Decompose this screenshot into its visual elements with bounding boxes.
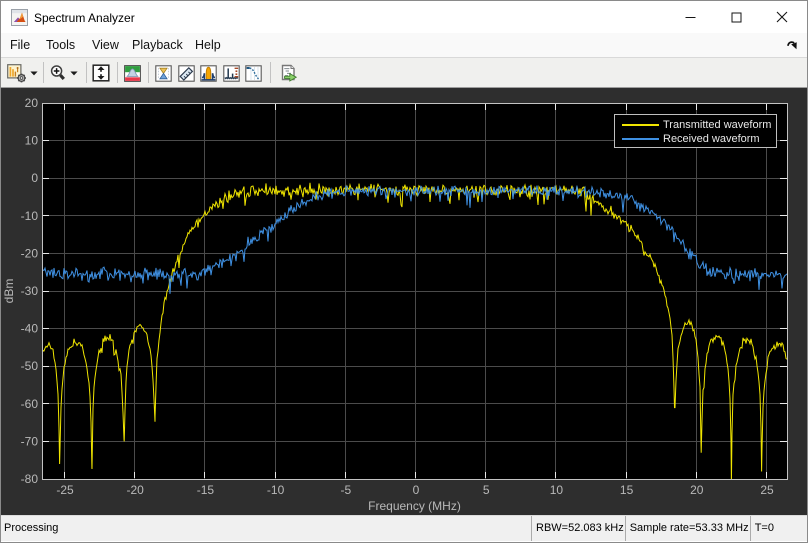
peak-finder-icon	[200, 65, 217, 82]
legend-swatch-received	[622, 138, 659, 140]
zoom-in-button[interactable]	[49, 61, 78, 85]
menu-bar: File Tools View Playback Help	[1, 33, 807, 57]
x-tick-label: -10	[267, 483, 285, 497]
status-bar: Processing RBW=52.083 kHz Sample rate=53…	[1, 515, 807, 541]
cursor-measurements-button[interactable]	[155, 61, 172, 85]
x-tick-label: -5	[340, 483, 351, 497]
peak-finder-button[interactable]	[200, 61, 217, 85]
status-processing: Processing	[1, 516, 531, 541]
y-tick-label: 10	[25, 134, 39, 148]
status-sample-rate: Sample rate=53.33 MHz	[625, 516, 750, 541]
status-time: T=0	[750, 516, 807, 541]
scale-y-axis-icon	[92, 64, 110, 82]
y-tick-label: -20	[21, 246, 39, 260]
legend-label-received: Received waveform	[663, 132, 760, 146]
toolbar-separator	[86, 62, 87, 83]
plot-legend[interactable]: Transmitted waveform Received waveform	[614, 114, 777, 148]
minimize-button[interactable]	[667, 1, 713, 33]
dock-arrow-icon[interactable]	[786, 39, 799, 52]
menu-view[interactable]: View	[92, 33, 119, 57]
distortion-measurements-icon	[223, 65, 240, 82]
spectrum-plot[interactable]: -25-20-15-10-5051015202520100-10-20-30-4…	[1, 88, 807, 515]
signal-statistics-icon	[178, 65, 195, 82]
y-tick-label: -80	[21, 472, 39, 486]
y-axis-label: dBm	[2, 279, 16, 304]
y-tick-label: -50	[21, 359, 39, 373]
x-tick-label: 0	[413, 483, 420, 497]
spectral-mask-icon	[124, 65, 141, 82]
scale-y-axis-button[interactable]	[92, 61, 110, 85]
spectrum-analyzer-window: Spectrum Analyzer File Tools View Playback H…	[0, 0, 808, 543]
x-tick-label: -15	[197, 483, 215, 497]
menu-help[interactable]: Help	[195, 33, 221, 57]
spectrum-settings-dropdown-icon[interactable]	[30, 71, 38, 76]
spectrum-settings-icon	[6, 64, 28, 83]
export-button[interactable]	[280, 61, 297, 85]
matlab-app-icon	[11, 9, 28, 26]
menu-playback[interactable]: Playback	[132, 33, 183, 57]
x-tick-label: 5	[483, 483, 490, 497]
close-icon	[776, 11, 788, 23]
x-tick-label: -20	[127, 483, 145, 497]
ccdf-measurements-button[interactable]	[245, 61, 262, 85]
y-tick-label: 0	[31, 171, 38, 185]
menu-file[interactable]: File	[10, 33, 30, 57]
toolbar-separator	[148, 62, 149, 83]
legend-label-transmitted: Transmitted waveform	[663, 118, 771, 132]
x-tick-label: 25	[760, 483, 774, 497]
ccdf-measurements-icon	[245, 65, 262, 82]
zoom-in-icon	[49, 64, 68, 83]
zoom-in-dropdown-icon[interactable]	[70, 71, 78, 76]
y-tick-label: -70	[21, 434, 39, 448]
x-tick-label: 20	[690, 483, 704, 497]
legend-swatch-transmitted	[622, 124, 659, 126]
menu-tools[interactable]: Tools	[46, 33, 75, 57]
close-button[interactable]	[759, 1, 805, 33]
maximize-button[interactable]	[713, 1, 759, 33]
y-tick-label: -40	[21, 322, 39, 336]
minimize-icon	[685, 12, 696, 23]
x-tick-label: 15	[620, 483, 634, 497]
distortion-measurements-button[interactable]	[223, 61, 240, 85]
toolbar-separator	[270, 62, 271, 83]
x-tick-label: -25	[56, 483, 74, 497]
toolbar-separator	[43, 62, 44, 83]
y-tick-label: -10	[21, 209, 39, 223]
y-tick-label: 20	[25, 96, 39, 110]
window-title: Spectrum Analyzer	[34, 11, 135, 25]
figure-area: -25-20-15-10-5051015202520100-10-20-30-4…	[1, 88, 807, 515]
x-axis-label: Frequency (MHz)	[368, 499, 461, 513]
maximize-icon	[731, 12, 742, 23]
cursor-measurements-icon	[155, 65, 172, 82]
signal-statistics-button[interactable]	[178, 61, 195, 85]
y-tick-label: -30	[21, 284, 39, 298]
title-bar: Spectrum Analyzer	[1, 1, 807, 33]
y-tick-label: -60	[21, 397, 39, 411]
status-rbw: RBW=52.083 kHz	[531, 516, 625, 541]
toolbar-separator	[117, 62, 118, 83]
spectrum-settings-button[interactable]	[6, 61, 38, 85]
toolbar	[1, 57, 807, 88]
x-tick-label: 10	[550, 483, 564, 497]
export-icon	[280, 64, 297, 82]
spectral-mask-button[interactable]	[124, 61, 141, 85]
